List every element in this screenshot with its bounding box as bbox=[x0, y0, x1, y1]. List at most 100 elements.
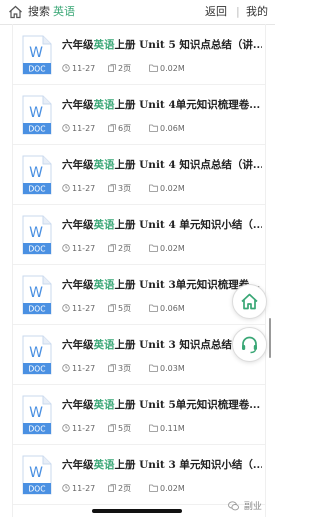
svg-text:DOC: DOC bbox=[29, 65, 46, 74]
svg-text:W: W bbox=[29, 405, 43, 421]
list-item[interactable]: W DOC 六年级英语上册 Unit 4 单元知识小结（... 11-27 2页 0.02… bbox=[13, 204, 265, 265]
file-size: 0.06M bbox=[149, 304, 185, 314]
list-item[interactable]: W DOC 六年级英语上册 Unit 4单元知识梳理卷... 11-27 6页 0.06M bbox=[13, 84, 265, 145]
svg-text:W: W bbox=[29, 165, 43, 181]
size-text: 0.02M bbox=[160, 484, 185, 493]
pages-icon bbox=[108, 424, 116, 432]
date-text: 11-27 bbox=[72, 424, 96, 433]
search-keyword[interactable]: 英语 bbox=[53, 0, 75, 24]
title-keyword: 英语 bbox=[93, 99, 115, 111]
clock-icon bbox=[62, 124, 70, 132]
document-title[interactable]: 六年级英语上册 Unit 3单元知识梳理卷... bbox=[62, 277, 262, 292]
word-doc-icon: W DOC bbox=[22, 35, 52, 75]
date-text: 11-27 bbox=[72, 64, 96, 73]
size-text: 0.02M bbox=[160, 64, 185, 73]
svg-text:DOC: DOC bbox=[29, 305, 46, 314]
document-title[interactable]: 六年级英语上册 Unit 4 知识点总结（讲... bbox=[62, 157, 262, 172]
home-outline-icon[interactable] bbox=[8, 5, 23, 19]
document-title[interactable]: 六年级英语上册 Unit 4单元知识梳理卷... bbox=[62, 97, 262, 112]
upload-date: 11-27 bbox=[62, 304, 95, 314]
date-text: 11-27 bbox=[72, 244, 96, 253]
document-title[interactable]: 六年级英语上册 Unit 5 知识点总结（讲... bbox=[62, 37, 262, 52]
file-size: 0.11M bbox=[149, 424, 185, 434]
date-text: 11-27 bbox=[72, 304, 96, 313]
home-indicator[interactable] bbox=[92, 509, 182, 513]
svg-text:DOC: DOC bbox=[29, 425, 46, 434]
svg-text:W: W bbox=[29, 225, 43, 241]
pages-icon bbox=[108, 364, 116, 372]
title-prefix: 六年级 bbox=[62, 159, 94, 171]
title-rest: 上册 Unit 3 单元知识小结（... bbox=[114, 459, 263, 471]
pages-icon bbox=[108, 184, 116, 192]
clock-icon bbox=[62, 184, 70, 192]
title-keyword: 英语 bbox=[93, 399, 115, 411]
list-item[interactable]: W DOC 六年级英语上册 Unit 4 知识点总结（讲... 11-27 3页 0.02… bbox=[13, 144, 265, 205]
date-text: 11-27 bbox=[72, 184, 96, 193]
mine-button[interactable]: 我的 bbox=[246, 0, 268, 24]
page-count: 2页 bbox=[108, 64, 131, 74]
title-prefix: 六年级 bbox=[62, 39, 94, 51]
page-count: 3页 bbox=[108, 184, 131, 194]
pages-icon bbox=[108, 244, 116, 252]
list-item[interactable]: W DOC 六年级英语上册 Unit 5 知识点总结（讲... 11-27 2页 0.02… bbox=[13, 24, 265, 85]
pages-icon bbox=[108, 484, 116, 492]
page-count: 2页 bbox=[108, 244, 131, 254]
word-doc-icon: W DOC bbox=[22, 215, 52, 255]
back-button[interactable]: 返回 bbox=[205, 0, 227, 24]
title-rest: 上册 Unit 5 知识点总结（讲... bbox=[114, 39, 263, 51]
list-item[interactable]: W DOC 六年级英语上册 Unit 3 知识点总结（讲... 11-27 3页 0.03… bbox=[13, 324, 265, 385]
svg-text:W: W bbox=[29, 285, 43, 301]
page-count: 5页 bbox=[108, 424, 131, 434]
svg-text:DOC: DOC bbox=[29, 485, 46, 494]
word-doc-icon: W DOC bbox=[22, 335, 52, 375]
page-count: 5页 bbox=[108, 304, 131, 314]
page-count: 2页 bbox=[108, 484, 131, 494]
svg-text:DOC: DOC bbox=[29, 185, 46, 194]
title-rest: 上册 Unit 5单元知识梳理卷... bbox=[114, 399, 261, 411]
title-keyword: 英语 bbox=[93, 159, 115, 171]
floating-home-button[interactable] bbox=[232, 284, 267, 319]
file-size: 0.03M bbox=[149, 364, 185, 374]
upload-date: 11-27 bbox=[62, 64, 95, 74]
title-keyword: 英语 bbox=[93, 279, 115, 291]
title-rest: 上册 Unit 4 知识点总结（讲... bbox=[114, 159, 263, 171]
title-keyword: 英语 bbox=[93, 219, 115, 231]
pages-text: 2页 bbox=[118, 244, 132, 253]
watermark-text: 副业 bbox=[243, 502, 262, 512]
folder-icon bbox=[149, 64, 158, 72]
clock-icon bbox=[62, 364, 70, 372]
page-count: 3页 bbox=[108, 364, 131, 374]
pages-icon bbox=[108, 304, 116, 312]
clock-icon bbox=[62, 64, 70, 72]
pages-text: 2页 bbox=[118, 64, 132, 73]
upload-date: 11-27 bbox=[62, 424, 95, 434]
title-prefix: 六年级 bbox=[62, 279, 94, 291]
svg-text:W: W bbox=[29, 105, 43, 121]
list-item[interactable]: W DOC 六年级英语上册 Unit 3 单元知识小结（... 11-27 2页 0.02… bbox=[13, 444, 265, 505]
title-keyword: 英语 bbox=[93, 39, 115, 51]
title-prefix: 六年级 bbox=[62, 459, 94, 471]
date-text: 11-27 bbox=[72, 364, 96, 373]
scrollbar[interactable] bbox=[269, 318, 271, 358]
floating-service-button[interactable] bbox=[232, 327, 267, 362]
svg-text:W: W bbox=[29, 465, 43, 481]
folder-icon bbox=[149, 304, 158, 312]
word-doc-icon: W DOC bbox=[22, 395, 52, 435]
document-title[interactable]: 六年级英语上册 Unit 5单元知识梳理卷... bbox=[62, 397, 262, 412]
pages-text: 5页 bbox=[118, 424, 132, 433]
date-text: 11-27 bbox=[72, 484, 96, 493]
file-size: 0.06M bbox=[149, 124, 185, 134]
svg-text:W: W bbox=[29, 45, 43, 61]
title-keyword: 英语 bbox=[93, 459, 115, 471]
list-item[interactable]: W DOC 六年级英语上册 Unit 5单元知识梳理卷... 11-27 5页 0.11M bbox=[13, 384, 265, 445]
pages-text: 6页 bbox=[118, 124, 132, 133]
document-title[interactable]: 六年级英语上册 Unit 3 单元知识小结（... bbox=[62, 457, 262, 472]
search-label[interactable]: 搜索 bbox=[28, 0, 50, 24]
title-keyword: 英语 bbox=[93, 339, 115, 351]
list-item[interactable]: W DOC 六年级英语上册 Unit 3单元知识梳理卷... 11-27 5页 0.06M bbox=[13, 264, 265, 325]
size-text: 0.03M bbox=[160, 364, 185, 373]
document-title[interactable]: 六年级英语上册 Unit 4 单元知识小结（... bbox=[62, 217, 262, 232]
size-text: 0.06M bbox=[160, 124, 185, 133]
separator: | bbox=[236, 5, 240, 18]
upload-date: 11-27 bbox=[62, 244, 95, 254]
